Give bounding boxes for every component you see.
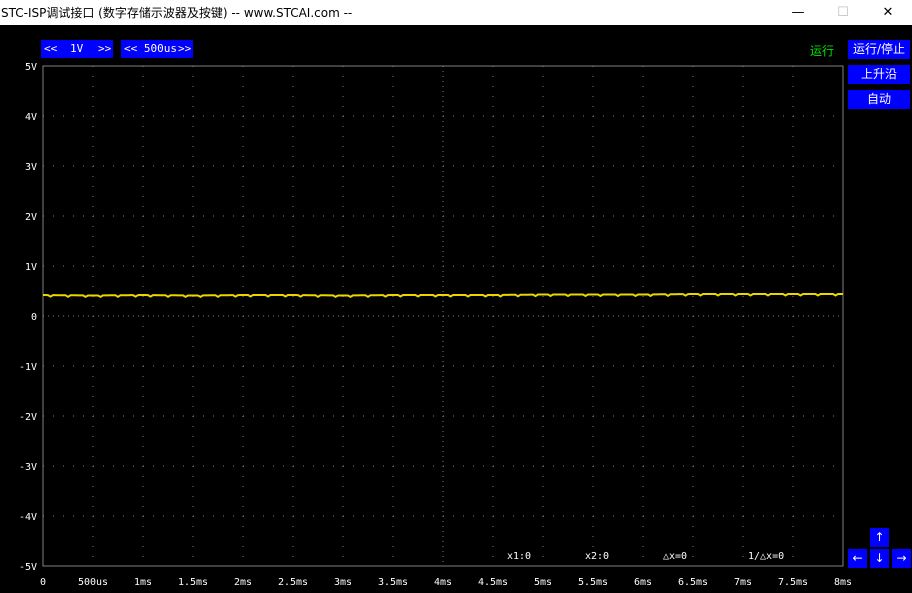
y-tick-label: 2V (25, 212, 37, 223)
time-decrease-button[interactable]: << 500us (124, 40, 177, 58)
x-tick-label: 7ms (734, 577, 752, 588)
run-status: 运行 (810, 44, 835, 58)
volt-scale-control: << 1V >> (41, 40, 113, 58)
rising-edge-button[interactable]: 上升沿 (848, 65, 910, 84)
x-tick-label: 2.5ms (278, 577, 308, 588)
arrow-down-icon: ↓ (874, 551, 885, 565)
cursor-x2-readout: x2:0 (585, 551, 610, 562)
x-tick-label: 2ms (234, 577, 252, 588)
inverse-delta-x-readout: 1/△x=0 (748, 551, 785, 562)
x-tick-label: 7.5ms (778, 577, 808, 588)
y-axis-labels: 5V 4V 3V 2V 1V 0 -1V -2V -3V -4V -5V (19, 62, 37, 573)
x-tick-label: 0 (40, 577, 46, 588)
y-tick-label: -5V (19, 562, 37, 573)
time-increase-button[interactable]: >> (178, 40, 191, 58)
run-stop-button[interactable]: 运行/停止 (848, 40, 910, 59)
arrow-left-button[interactable]: ← (848, 549, 867, 568)
auto-button[interactable]: 自动 (848, 90, 910, 109)
x-tick-label: 8ms (834, 577, 852, 588)
y-tick-label: 0 (31, 312, 37, 323)
scope-grid (42, 65, 844, 567)
y-tick-label: 1V (25, 262, 37, 273)
x-tick-label: 6ms (634, 577, 652, 588)
x-tick-label: 1.5ms (178, 577, 208, 588)
x-tick-label: 4ms (434, 577, 452, 588)
volt-decrease-button[interactable]: << (44, 40, 57, 58)
x-tick-label: 3ms (334, 577, 352, 588)
x-tick-label: 1ms (134, 577, 152, 588)
y-tick-label: -4V (19, 512, 37, 523)
arrow-right-button[interactable]: → (892, 549, 911, 568)
arrow-up-icon: ↑ (874, 530, 885, 544)
y-tick-label: -3V (19, 462, 37, 473)
time-scale-control: << 500us >> (121, 40, 193, 58)
y-tick-label: 3V (25, 162, 37, 173)
x-tick-label: 4.5ms (478, 577, 508, 588)
y-tick-label: 4V (25, 112, 37, 123)
delta-x-readout: △x=0 (663, 551, 688, 562)
y-tick-label: -2V (19, 412, 37, 423)
oscilloscope-display: 5V 4V 3V 2V 1V 0 -1V -2V -3V -4V -5V 0 500us 1ms 1.5m… (19, 62, 852, 588)
arrow-left-icon: ← (852, 551, 863, 565)
x-tick-label: 3.5ms (378, 577, 408, 588)
x-axis-labels: 0 500us 1ms 1.5ms 2ms 2.5ms 3ms 3.5ms 4ms 4.5ms 5m… (40, 577, 852, 588)
y-tick-label: 5V (25, 62, 37, 73)
x-tick-label: 500us (78, 577, 108, 588)
volt-scale-value: 1V (70, 42, 84, 55)
y-tick-label: -1V (19, 362, 37, 373)
cursor-x1-readout: x1:0 (507, 551, 532, 562)
x-tick-label: 5.5ms (578, 577, 608, 588)
x-tick-label: 6.5ms (678, 577, 708, 588)
arrow-right-icon: → (896, 551, 907, 565)
arrow-up-button[interactable]: ↑ (870, 528, 889, 547)
x-tick-label: 5ms (534, 577, 552, 588)
arrow-down-button[interactable]: ↓ (870, 549, 889, 568)
volt-increase-button[interactable]: >> (98, 40, 111, 58)
